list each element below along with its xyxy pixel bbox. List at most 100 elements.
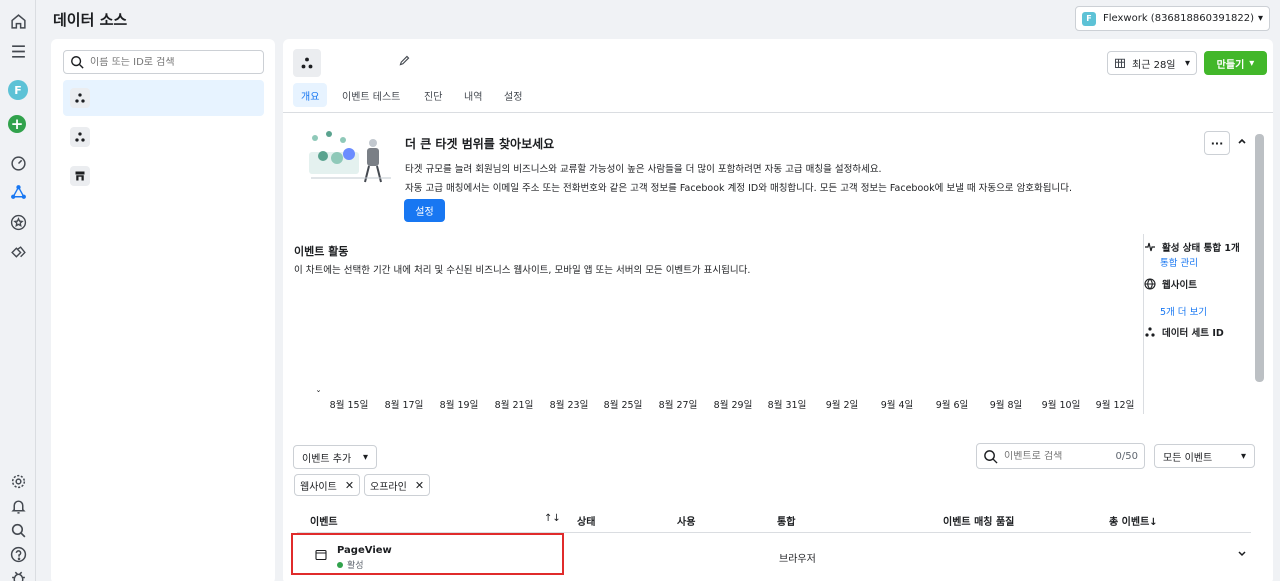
data-sources-icon[interactable] <box>7 181 29 203</box>
col-event[interactable]: 이벤트 <box>310 513 338 528</box>
x-tick: 8월 23일 <box>549 400 589 411</box>
add-event-label: 이벤트 추가 <box>302 453 352 465</box>
data-source-item[interactable] <box>63 80 264 116</box>
x-tick: 9월 6일 <box>935 400 969 411</box>
help-icon[interactable] <box>7 543 29 565</box>
search-count: 0/50 <box>1115 450 1138 462</box>
integrations-label: 활성 상태 통합 1개 <box>1162 243 1240 254</box>
chevron-up-icon[interactable] <box>1237 136 1247 149</box>
data-source-search-input[interactable] <box>90 56 250 68</box>
x-tick: 8월 19일 <box>439 400 479 411</box>
events-table-header: 이벤트 ↑↓ 상태 사용 통합 이벤트 매칭 품질 총 이벤트↓ <box>297 507 1251 533</box>
event-search[interactable]: 0/50 <box>976 443 1145 469</box>
banner-text: 타겟 규모를 늘려 회원님의 비즈니스와 교류할 가능성이 높은 사람들을 더 … <box>405 164 882 175</box>
dataset-header: 개요 이벤트 테스트 진단 내역 설정 최근 28일 ▾ 만들기 ▾ <box>283 39 1273 113</box>
dataset-id-row: 데이터 세트 ID <box>1144 325 1224 339</box>
bug-icon[interactable] <box>7 566 29 581</box>
x-tick: 9월 10일 <box>1041 400 1081 411</box>
close-icon[interactable]: ✕ <box>415 479 424 492</box>
x-tick: 8월 15일 <box>329 400 369 411</box>
event-activity-description: 이 차트에는 선택한 기간 내에 처리 및 수신된 비즈니스 웹사이트, 모바일… <box>294 265 751 276</box>
filter-chip-offline[interactable]: 오프라인 ✕ <box>364 474 431 496</box>
star-icon[interactable] <box>7 211 29 233</box>
x-tick: 9월 2일 <box>825 400 859 411</box>
event-integration: 브라우저 <box>779 554 816 565</box>
tab-test-events[interactable]: 이벤트 테스트 <box>334 83 408 107</box>
create-button[interactable]: 만들기 ▾ <box>1204 51 1267 75</box>
data-source-list-panel <box>51 39 275 581</box>
website-row: 웹사이트 <box>1144 277 1197 291</box>
x-tick: 8월 31일 <box>767 400 807 411</box>
main-panel: 개요 이벤트 테스트 진단 내역 설정 최근 28일 ▾ 만들기 ▾ 더 큰 타… <box>283 39 1273 581</box>
x-tick: 8월 17일 <box>384 400 424 411</box>
tab-overview[interactable]: 개요 <box>293 83 328 107</box>
search-icon <box>984 449 998 464</box>
chart-x-axis: 8월 15일 8월 17일 8월 19일 8월 21일 8월 23일 8월 25… <box>283 397 1143 413</box>
close-icon[interactable]: ✕ <box>345 479 354 492</box>
calendar-icon <box>1115 58 1125 68</box>
chevron-down-icon: ▾ <box>362 451 368 463</box>
search-icon[interactable] <box>7 519 29 541</box>
manage-integrations-link[interactable]: 통합 관리 <box>1160 255 1198 269</box>
highlight-box <box>291 533 564 575</box>
date-range-label: 최근 28일 <box>1132 59 1176 71</box>
search-icon <box>71 56 84 69</box>
bell-icon[interactable] <box>7 495 29 517</box>
gear-icon[interactable] <box>7 470 29 492</box>
add-icon[interactable]: + <box>8 115 26 133</box>
event-filter-label: 모든 이벤트 <box>1163 452 1213 464</box>
account-selector[interactable]: F Flexwork (836818860391822) ▾ <box>1075 6 1270 31</box>
store-icon <box>70 166 90 186</box>
home-icon[interactable] <box>7 10 29 32</box>
menu-icon[interactable] <box>7 40 29 62</box>
x-tick: 9월 8일 <box>989 400 1023 411</box>
x-tick: 8월 21일 <box>494 400 534 411</box>
banner-title: 더 큰 타겟 범위를 찾아보세요 <box>405 137 555 151</box>
dataset-icon <box>70 127 90 147</box>
tab-history[interactable]: 내역 <box>456 83 490 107</box>
data-source-item[interactable] <box>63 158 264 194</box>
left-rail: F + <box>0 0 36 581</box>
chevron-down-icon[interactable] <box>1237 548 1247 561</box>
handshake-icon[interactable] <box>7 241 29 263</box>
setup-button[interactable]: 설정 <box>404 199 445 222</box>
dataset-icon <box>293 49 321 77</box>
edit-name-icon[interactable] <box>398 54 411 70</box>
data-source-item[interactable] <box>63 119 264 155</box>
dataset-icon <box>1145 327 1155 337</box>
tab-settings[interactable]: 설정 <box>496 83 530 107</box>
globe-icon <box>1144 278 1156 290</box>
activity-icon <box>1145 242 1155 252</box>
avatar[interactable]: F <box>8 80 28 100</box>
event-filter-dropdown[interactable]: 모든 이벤트 ▾ <box>1154 444 1255 468</box>
sort-icon[interactable]: ↑↓ <box>544 513 561 524</box>
dataset-id-label: 데이터 세트 ID <box>1162 328 1224 339</box>
chevron-down-icon: ▾ <box>1249 57 1255 69</box>
chevron-down-icon: ▾ <box>1257 13 1263 24</box>
dataset-info-sidebar: 활성 상태 통합 1개 통합 관리 웹사이트 5개 더 보기 데이터 세트 ID <box>1143 234 1263 414</box>
see-more-link[interactable]: 5개 더 보기 <box>1160 304 1207 318</box>
add-event-button[interactable]: 이벤트 추가 ▾ <box>293 445 377 469</box>
overview-content: 더 큰 타겟 범위를 찾아보세요 타겟 규모를 늘려 회원님의 비즈니스와 교류… <box>283 114 1273 581</box>
event-activity-title: 이벤트 활동 <box>294 245 349 258</box>
account-label: Flexwork (836818860391822) <box>1103 13 1255 24</box>
col-total-events[interactable]: 총 이벤트↓ <box>1109 513 1158 528</box>
col-integration[interactable]: 통합 <box>777 513 795 528</box>
date-range-selector[interactable]: 최근 28일 ▾ <box>1107 51 1197 75</box>
data-source-search[interactable] <box>63 50 264 74</box>
event-search-input[interactable] <box>1004 450 1104 462</box>
filter-chip-website[interactable]: 웹사이트 ✕ <box>294 474 361 496</box>
x-tick: 9월 4일 <box>880 400 914 411</box>
chip-label: 오프라인 <box>370 481 407 493</box>
chevron-down-icon: ▾ <box>1240 450 1246 462</box>
x-tick: 8월 27일 <box>658 400 698 411</box>
tab-diagnostics[interactable]: 진단 <box>416 83 450 107</box>
x-tick: 8월 25일 <box>603 400 643 411</box>
col-status[interactable]: 상태 <box>577 513 595 528</box>
chip-label: 웹사이트 <box>300 481 337 493</box>
col-match-quality[interactable]: 이벤트 매칭 품질 <box>943 513 1014 528</box>
col-usage[interactable]: 사용 <box>677 513 695 528</box>
page-title: 데이터 소스 <box>53 11 128 29</box>
gauge-icon[interactable] <box>7 152 29 174</box>
more-options-button[interactable]: ··· <box>1204 131 1230 155</box>
